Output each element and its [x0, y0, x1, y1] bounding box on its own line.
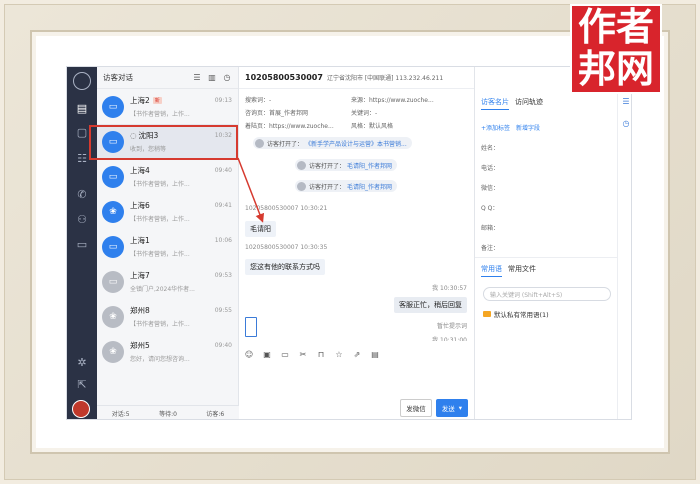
watermark-logo: 作者 邦网	[570, 4, 662, 94]
